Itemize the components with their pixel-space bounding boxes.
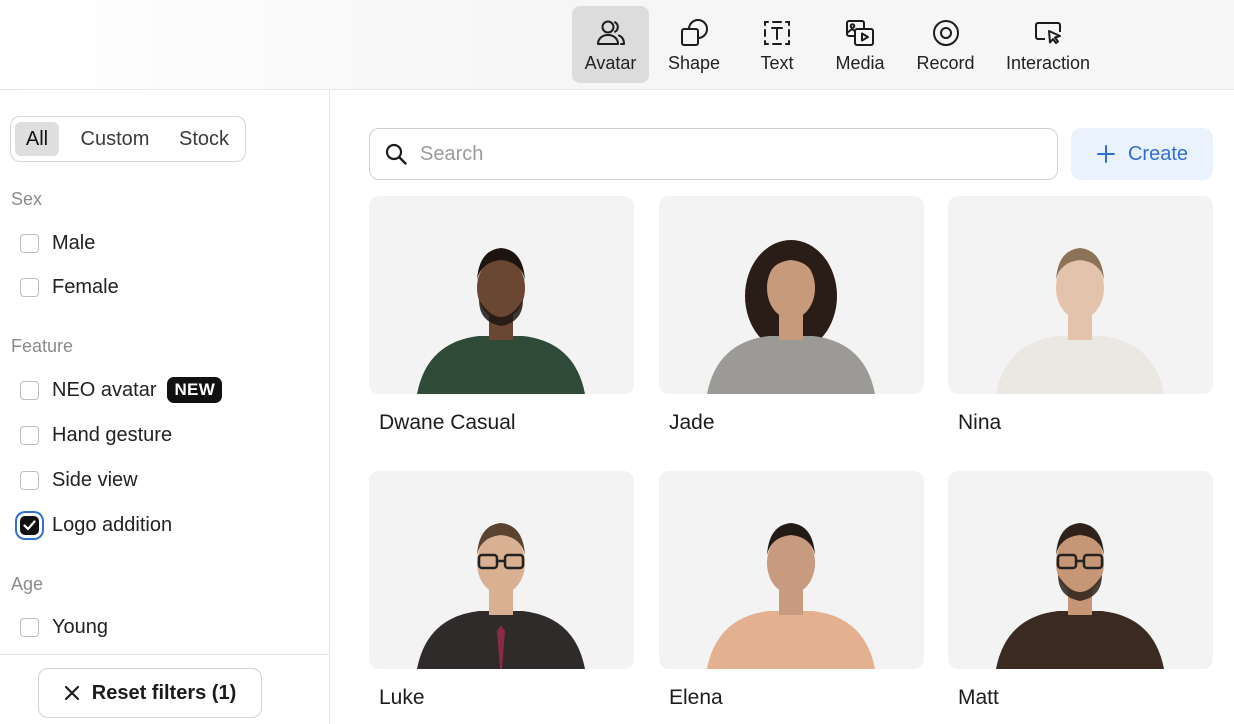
avatar-name: Luke [379,686,425,709]
filter-option-male[interactable]: Male [20,229,95,257]
filter-option-logo-addition[interactable]: Logo addition [20,511,172,539]
avatar-thumbnail [948,196,1213,394]
avatar-thumbnail [659,471,924,669]
search-input[interactable] [420,142,1020,166]
filter-sidebar: All Custom Stock Sex Male Female Feature… [0,90,330,724]
checkbox[interactable] [20,470,39,490]
avatar-portrait [417,523,585,669]
create-button[interactable]: Create [1071,128,1213,180]
segment-custom[interactable]: Custom [69,122,161,156]
filter-option-neo-avatar[interactable]: NEO avatar NEW [20,376,223,404]
toolbar-avatar[interactable]: Avatar [572,6,649,83]
checkbox[interactable] [20,617,39,637]
text-icon [761,17,793,49]
checkbox[interactable] [20,277,39,297]
toolbar-shape-label: Shape [667,53,721,73]
checkbox[interactable] [20,425,39,445]
avatar-library: Create Dwane Casual Jade Nina Luke Elena… [331,90,1234,724]
avatar-thumbnail [369,196,634,394]
media-icon [844,17,876,49]
toolbar-media-label: Media [835,53,885,73]
toolbar-record[interactable]: Record [906,6,985,83]
toolbar-interaction-label: Interaction [1005,53,1091,73]
avatar-card[interactable]: Matt [948,471,1213,710]
filter-option-label: Side view [52,468,138,491]
avatar-portrait [707,240,875,394]
checkbox[interactable] [20,380,39,400]
plus-icon [1096,145,1115,163]
checkbox-checked[interactable] [20,515,39,535]
avatar-portrait [707,523,875,669]
avatar-thumbnail [948,471,1213,669]
toolbar-record-label: Record [916,53,975,73]
filter-option-label: Young [52,615,108,638]
filter-option-label: Male [52,231,96,254]
close-icon [64,685,79,701]
avatar-card[interactable]: Luke [369,471,634,710]
avatar-thumbnail [659,196,924,394]
source-segmented-control: All Custom Stock [10,116,246,162]
segment-all[interactable]: All [15,122,59,156]
avatar-card[interactable]: Elena [659,471,924,710]
filter-option-label: Hand gesture [52,423,173,446]
search-icon [385,143,407,165]
filter-option-side-view[interactable]: Side view [20,466,138,494]
sidebar-footer: Reset filters (1) [0,654,329,724]
toolbar-text[interactable]: Text [740,6,814,83]
avatar-name: Jade [669,411,715,434]
checkbox[interactable] [20,233,39,253]
filter-group-title-sex: Sex [11,189,43,209]
avatar-thumbnail [369,471,634,669]
new-badge: NEW [167,377,223,403]
shape-icon [678,17,710,49]
toolbar-interaction[interactable]: Interaction [998,6,1098,83]
filter-option-young[interactable]: Young [20,613,108,641]
avatar-portrait [996,248,1164,394]
filter-option-label: Female [52,275,119,298]
avatar-name: Dwane Casual [379,411,516,434]
filter-option-hand-gesture[interactable]: Hand gesture [20,421,172,449]
top-toolbar: Avatar Shape Text Media Record Interacti… [0,0,1234,90]
filter-option-label: NEO avatar [52,378,157,401]
interaction-icon [1032,17,1064,49]
reset-filters-button[interactable]: Reset filters (1) [38,668,262,718]
reset-filters-label: Reset filters (1) [91,681,237,704]
avatar-card[interactable]: Nina [948,196,1213,435]
record-icon [930,17,962,49]
avatar-name: Elena [669,686,723,709]
segment-stock[interactable]: Stock [171,122,237,156]
toolbar-avatar-label: Avatar [584,53,637,73]
avatar-portrait [996,523,1164,669]
avatar-name: Matt [958,686,999,709]
filter-group-title-feature: Feature [11,336,74,356]
avatar-name: Nina [958,411,1002,434]
toolbar-text-label: Text [760,53,794,73]
filter-option-female[interactable]: Female [20,273,119,301]
avatar-portrait [417,248,585,394]
avatar-card[interactable]: Dwane Casual [369,196,634,435]
toolbar-shape[interactable]: Shape [656,6,732,83]
toolbar-media[interactable]: Media [822,6,898,83]
filter-option-label: Logo addition [52,513,173,536]
check-icon [23,519,36,530]
search-box[interactable] [369,128,1058,180]
create-button-label: Create [1127,142,1189,165]
filter-group-title-age: Age [11,574,44,594]
avatar-icon [595,17,627,49]
avatar-card[interactable]: Jade [659,196,924,435]
